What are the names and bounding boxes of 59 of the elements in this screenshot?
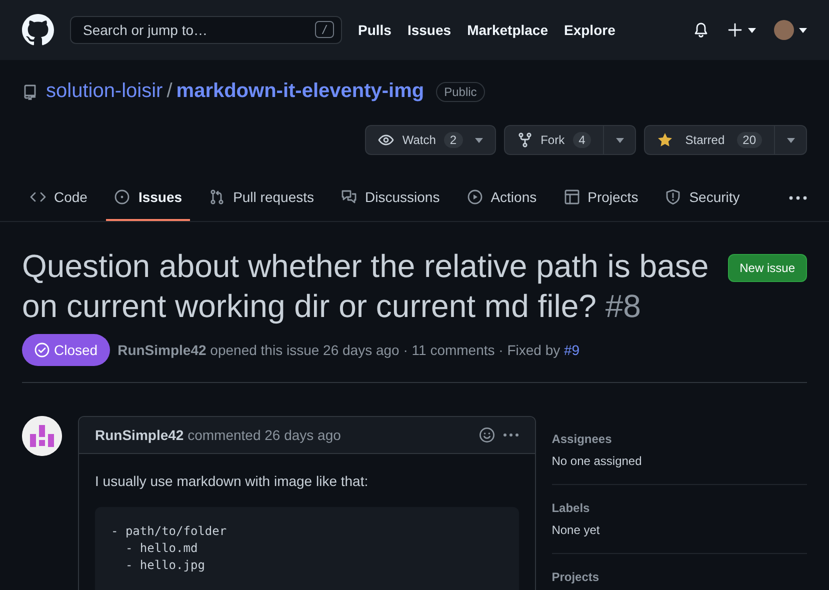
play-circle-icon (466, 189, 483, 205)
counter: 4 (572, 132, 592, 148)
star-icon (657, 132, 674, 148)
button-label: Fork (540, 133, 565, 147)
sidebar-heading: Labels (552, 501, 591, 515)
owner-link[interactable]: solution-loisir (46, 80, 163, 103)
caret-icon (748, 28, 756, 32)
sidebar-heading: Projects (552, 570, 600, 584)
check-circle-icon (34, 342, 50, 358)
repo-icon (22, 84, 38, 100)
path-separator: / (166, 80, 172, 103)
sidebar-value: No one assigned (552, 454, 643, 468)
repo-tab[interactable]: Pull requests (201, 175, 322, 221)
pull-request-icon (209, 189, 226, 205)
caret-icon (799, 28, 807, 32)
repo-tab[interactable]: Security (657, 175, 748, 221)
code-block: - path/to/folder - hello.md - hello.jpg (95, 507, 519, 590)
caret-icon (474, 138, 483, 142)
account-menu[interactable] (774, 20, 807, 40)
repo-tab[interactable]: Projects (556, 175, 646, 221)
counter: 2 (444, 132, 463, 148)
issue-meta: RunSimple42 opened this issue 26 days ago · 11 comments · Fixed by #9 (118, 342, 580, 358)
repo-name-link[interactable]: markdown-it-eleventy-img (176, 80, 424, 103)
smiley-icon[interactable] (478, 427, 495, 443)
caret-icon (786, 138, 794, 142)
issue-title: Question about whether the relative path is base on current working dir or current md file? #8 (22, 247, 710, 326)
nav-link[interactable]: Issues (407, 22, 452, 38)
more-icon[interactable] (789, 196, 807, 200)
caret-icon (616, 138, 624, 142)
more-icon[interactable] (502, 433, 519, 437)
nav-link[interactable]: Explore (564, 22, 616, 38)
comment-header-text: RunSimple42 commented 26 days ago (95, 427, 341, 443)
pull-link[interactable]: #9 (564, 342, 580, 358)
new-issue-button[interactable]: New issue (728, 254, 807, 282)
fork-icon (516, 132, 533, 148)
speech-bubbles-icon (341, 189, 357, 205)
repo-tab[interactable]: Code (22, 175, 96, 221)
create-menu[interactable] (727, 22, 756, 38)
circle-dot-icon (114, 189, 130, 205)
sidebar-heading: Assignees (552, 432, 613, 446)
button-label: Starred (685, 133, 725, 147)
sidebar-value: None yet (552, 523, 601, 537)
bell-icon[interactable] (693, 22, 709, 38)
state-label: Closed (22, 334, 110, 366)
identicon-avatar (22, 416, 62, 456)
visibility-label: Public (436, 82, 485, 102)
repo-tab[interactable]: Actions (458, 175, 545, 221)
eye-icon (378, 132, 394, 148)
repo-tab[interactable]: Discussions (333, 175, 448, 221)
nav-link[interactable]: Marketplace (467, 22, 548, 38)
table-icon (564, 189, 580, 205)
comment-text: I usually use markdown with image like that: (95, 472, 370, 491)
shield-icon (665, 189, 682, 205)
nav-link[interactable]: Pulls (358, 22, 392, 38)
counter: 20 (736, 132, 762, 148)
shortcut-key: / (315, 21, 334, 38)
button-label: Watch (402, 133, 436, 147)
octocat-logo[interactable] (22, 14, 54, 46)
repo-tab[interactable]: Issues (106, 175, 190, 221)
